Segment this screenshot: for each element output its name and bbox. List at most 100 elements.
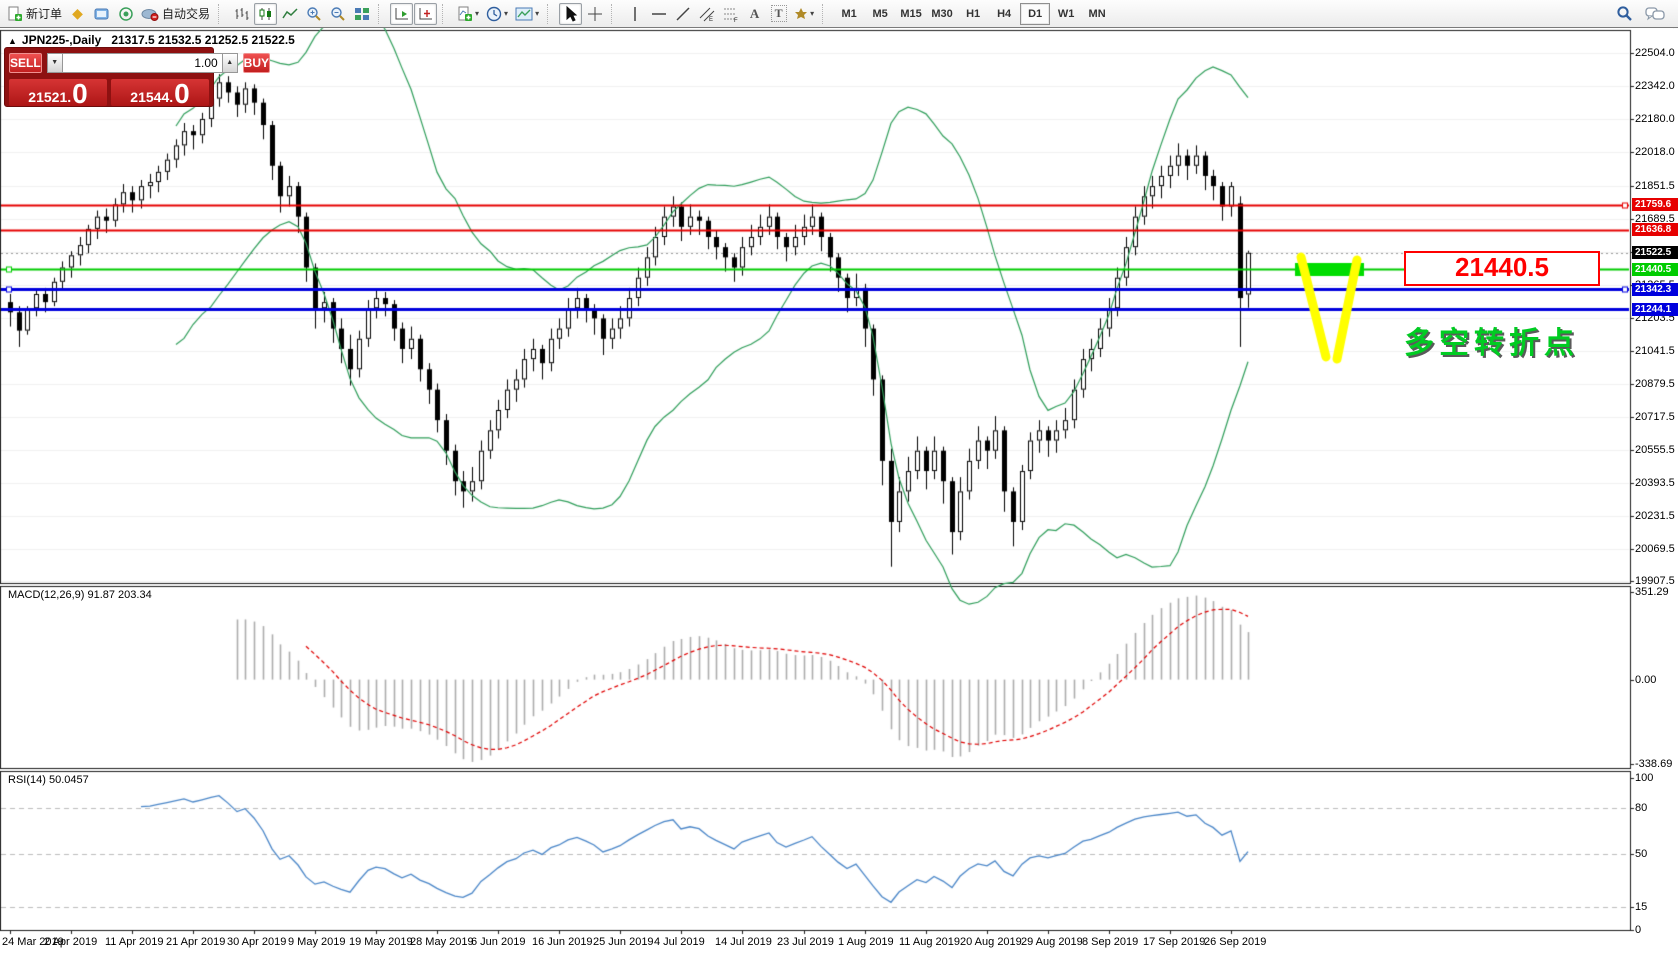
auto-trading-icon bbox=[141, 7, 159, 21]
cursor-icon bbox=[564, 6, 578, 22]
toolbar-separator bbox=[611, 4, 619, 24]
dropdown-caret-icon: ▾ bbox=[535, 9, 539, 18]
signals-icon bbox=[118, 6, 134, 22]
label-tool-icon: T bbox=[771, 5, 787, 22]
line-chart-icon bbox=[282, 7, 298, 21]
vertical-line-tool-button[interactable] bbox=[623, 3, 646, 25]
shapes-icon bbox=[794, 7, 808, 21]
label-tool-button[interactable]: T bbox=[767, 3, 790, 25]
zoom-out-icon bbox=[330, 6, 346, 22]
search-icon bbox=[1616, 5, 1633, 22]
annotation-note-text[interactable]: 多空转折点 bbox=[1404, 327, 1579, 361]
cursor-button[interactable] bbox=[559, 3, 582, 25]
timeframe-button-M15[interactable]: M15 bbox=[896, 3, 926, 25]
chart-ohlc-values: 21317.5 21532.5 21252.5 21522.5 bbox=[111, 33, 295, 47]
timeframe-button-MN[interactable]: MN bbox=[1082, 3, 1112, 25]
data-window-button[interactable]: ◆ bbox=[66, 3, 89, 25]
auto-trading-button[interactable]: 自动交易 bbox=[138, 3, 213, 25]
zoom-out-button[interactable] bbox=[326, 3, 349, 25]
data-window-icon: ◆ bbox=[72, 5, 83, 22]
vertical-line-icon bbox=[629, 6, 641, 22]
chart-symbol-period: JPN225-,Daily bbox=[22, 33, 101, 47]
chart-shift-button[interactable] bbox=[414, 3, 437, 25]
dropdown-caret-icon: ▾ bbox=[475, 9, 479, 18]
toolbar-separator bbox=[442, 4, 450, 24]
bar-chart-button[interactable] bbox=[230, 3, 253, 25]
indicators-button[interactable]: ▾ bbox=[454, 3, 482, 25]
channel-tool-button[interactable]: E bbox=[695, 3, 718, 25]
timeframe-bar: M1M5M15M30H1H4D1W1MN bbox=[834, 3, 1112, 25]
zoom-in-button[interactable] bbox=[302, 3, 325, 25]
timeframe-button-M1[interactable]: M1 bbox=[834, 3, 864, 25]
indicators-icon bbox=[457, 6, 473, 22]
dropdown-caret-icon: ▾ bbox=[810, 9, 814, 18]
new-order-button[interactable]: 新订单 bbox=[4, 3, 65, 25]
toolbar-separator bbox=[547, 4, 555, 24]
toolbar-separator bbox=[378, 4, 386, 24]
auto-scroll-button[interactable] bbox=[390, 3, 413, 25]
navigator-icon bbox=[94, 7, 110, 21]
new-order-label: 新订单 bbox=[26, 5, 62, 22]
crosshair-icon bbox=[587, 6, 603, 22]
zoom-in-icon bbox=[306, 6, 322, 22]
sell-price-main: 21521. bbox=[28, 89, 71, 105]
volume-increase-button[interactable]: ▲ bbox=[222, 53, 238, 73]
timeframe-button-M30[interactable]: M30 bbox=[927, 3, 957, 25]
line-chart-button[interactable] bbox=[278, 3, 301, 25]
buy-price-display[interactable]: 21544.0 bbox=[111, 79, 209, 106]
dropdown-caret-icon: ▾ bbox=[504, 9, 508, 18]
chat-button[interactable] bbox=[1642, 3, 1668, 25]
timeframe-button-H4[interactable]: H4 bbox=[989, 3, 1019, 25]
sell-price-pips: 0 bbox=[72, 82, 88, 105]
navigator-button[interactable] bbox=[90, 3, 113, 25]
text-tool-icon: A bbox=[750, 6, 759, 22]
text-tool-button[interactable]: A bbox=[743, 3, 766, 25]
fibonacci-tool-button[interactable]: F bbox=[719, 3, 742, 25]
buy-price-pips: 0 bbox=[174, 82, 190, 105]
volume-input[interactable] bbox=[63, 53, 222, 73]
candlestick-chart-icon bbox=[258, 7, 274, 21]
timeframe-button-H1[interactable]: H1 bbox=[958, 3, 988, 25]
chart-title-bar: ▲ JPN225-,Daily 21317.5 21532.5 21252.5 21… bbox=[8, 33, 295, 47]
buy-price-main: 21544. bbox=[130, 89, 173, 105]
svg-text:F: F bbox=[734, 18, 738, 22]
templates-icon bbox=[515, 7, 533, 21]
bar-chart-icon bbox=[234, 7, 250, 21]
shapes-tool-button[interactable]: ▾ bbox=[791, 3, 817, 25]
auto-scroll-icon bbox=[394, 7, 410, 21]
chart-shift-icon bbox=[418, 7, 434, 21]
sell-button[interactable]: SELL bbox=[9, 53, 42, 73]
tile-windows-button[interactable] bbox=[350, 3, 373, 25]
main-toolbar: 新订单 ◆ 自动交易 bbox=[0, 0, 1678, 28]
svg-text:E: E bbox=[709, 17, 713, 22]
trendline-icon bbox=[675, 6, 691, 22]
fibonacci-icon: F bbox=[723, 6, 739, 22]
timeframe-button-M5[interactable]: M5 bbox=[865, 3, 895, 25]
toolbar-separator bbox=[822, 4, 830, 24]
sell-price-display[interactable]: 21521.0 bbox=[9, 79, 107, 106]
tile-windows-icon bbox=[354, 7, 370, 21]
timeframe-button-D1[interactable]: D1 bbox=[1020, 3, 1050, 25]
one-click-trading-panel: SELL ▼ ▲ BUY 21521.0 21544.0 bbox=[4, 47, 214, 107]
horizontal-line-icon bbox=[651, 8, 667, 20]
candlestick-chart-button[interactable] bbox=[254, 3, 277, 25]
toolbar-separator bbox=[218, 4, 226, 24]
clock-icon bbox=[486, 6, 502, 22]
templates-button[interactable]: ▾ bbox=[512, 3, 542, 25]
trendline-tool-button[interactable] bbox=[671, 3, 694, 25]
crosshair-button[interactable] bbox=[583, 3, 606, 25]
price-callout-box[interactable]: 21440.5 bbox=[1404, 251, 1600, 286]
chat-icon bbox=[1645, 6, 1665, 22]
periods-button[interactable]: ▾ bbox=[483, 3, 511, 25]
volume-decrease-button[interactable]: ▼ bbox=[47, 53, 63, 73]
buy-button[interactable]: BUY bbox=[243, 53, 270, 73]
channel-icon: E bbox=[699, 6, 715, 22]
auto-trading-label: 自动交易 bbox=[162, 5, 210, 22]
timeframe-button-W1[interactable]: W1 bbox=[1051, 3, 1081, 25]
chart-canvas[interactable] bbox=[0, 0, 1678, 953]
horizontal-line-tool-button[interactable] bbox=[647, 3, 670, 25]
signals-button[interactable] bbox=[114, 3, 137, 25]
search-button[interactable] bbox=[1613, 3, 1636, 25]
new-order-icon bbox=[7, 6, 23, 22]
collapse-panel-arrow[interactable]: ▲ bbox=[8, 36, 17, 46]
